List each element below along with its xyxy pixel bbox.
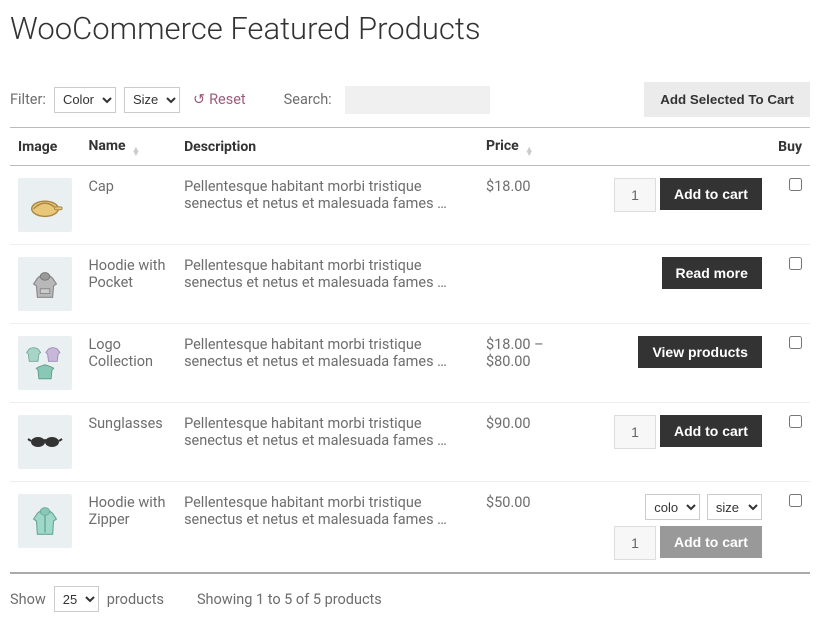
sort-icon: ▲▼	[132, 148, 141, 157]
product-price	[478, 245, 559, 324]
product-name: Sunglasses	[80, 403, 176, 482]
product-thumbnail[interactable]	[18, 257, 72, 311]
product-description: Pellentesque habitant morbi tristique se…	[176, 166, 478, 245]
product-actions: color size Add to cart	[559, 482, 770, 574]
quantity-input[interactable]	[614, 178, 656, 212]
read-button[interactable]: Read more	[662, 257, 762, 289]
product-thumbnail[interactable]	[18, 415, 72, 469]
product-actions: Add to cart	[559, 403, 770, 482]
sort-icon: ▲▼	[525, 148, 534, 157]
col-image: Image	[10, 128, 80, 166]
filter-color-select[interactable]: Color	[54, 87, 116, 113]
showing-text: Showing 1 to 5 of 5 products	[197, 591, 382, 608]
undo-icon: ↺	[193, 91, 205, 108]
pagesize-select[interactable]: 25	[54, 586, 99, 612]
col-description: Description	[176, 128, 478, 166]
variation-color-select[interactable]: color	[645, 494, 700, 520]
col-action	[559, 128, 770, 166]
product-thumbnail[interactable]	[18, 336, 72, 390]
add-disabled-button[interactable]: Add to cart	[660, 526, 762, 558]
buy-checkbox[interactable]	[789, 178, 802, 191]
search-label: Search:	[284, 91, 332, 108]
col-name[interactable]: Name ▲▼	[80, 128, 176, 166]
product-description: Pellentesque habitant morbi tristique se…	[176, 403, 478, 482]
product-description: Pellentesque habitant morbi tristique se…	[176, 245, 478, 324]
product-name: Hoodie with Zipper	[80, 482, 176, 574]
buy-checkbox[interactable]	[789, 257, 802, 270]
reset-button[interactable]: ↺ Reset	[193, 91, 246, 108]
reset-label: Reset	[209, 91, 246, 108]
product-price: $50.00	[478, 482, 559, 574]
product-actions: Read more	[559, 245, 770, 324]
product-description: Pellentesque habitant morbi tristique se…	[176, 482, 478, 574]
product-thumbnail[interactable]	[18, 178, 72, 232]
filter-size-select[interactable]: Size	[124, 87, 180, 113]
filter-label: Filter:	[10, 91, 46, 108]
product-name: Logo Collection	[80, 324, 176, 403]
product-price: $90.00	[478, 403, 559, 482]
product-name: Hoodie with Pocket	[80, 245, 176, 324]
col-price[interactable]: Price ▲▼	[478, 128, 559, 166]
table-footer: Show 25 products Showing 1 to 5 of 5 pro…	[10, 586, 810, 612]
product-price: $18.00 – $80.00	[478, 324, 559, 403]
product-actions: Add to cart	[559, 166, 770, 245]
table-row: Logo Collection Pellentesque habitant mo…	[10, 324, 810, 403]
table-row: Cap Pellentesque habitant morbi tristiqu…	[10, 166, 810, 245]
col-price-label: Price	[486, 138, 519, 154]
add-selected-button[interactable]: Add Selected To Cart	[644, 82, 810, 117]
product-thumbnail[interactable]	[18, 494, 72, 548]
variation-size-select[interactable]: size	[707, 494, 762, 520]
table-row: Sunglasses Pellentesque habitant morbi t…	[10, 403, 810, 482]
page-title: WooCommerce Featured Products	[10, 10, 810, 47]
toolbar: Filter: Color Size ↺ Reset Search: Add S…	[10, 82, 810, 117]
products-table: Image Name ▲▼ Description Price ▲▼ Buy Cap…	[10, 127, 810, 574]
search-input[interactable]	[345, 86, 490, 114]
products-label: products	[107, 591, 164, 608]
product-description: Pellentesque habitant morbi tristique se…	[176, 324, 478, 403]
add-button[interactable]: Add to cart	[660, 178, 762, 210]
buy-checkbox[interactable]	[789, 336, 802, 349]
show-label: Show	[10, 591, 46, 608]
col-name-label: Name	[88, 138, 125, 154]
quantity-input[interactable]	[614, 526, 656, 560]
product-actions: View products	[559, 324, 770, 403]
buy-checkbox[interactable]	[789, 494, 802, 507]
product-name: Cap	[80, 166, 176, 245]
table-row: Hoodie with Pocket Pellentesque habitant…	[10, 245, 810, 324]
col-buy: Buy	[770, 128, 810, 166]
view-button[interactable]: View products	[638, 336, 761, 368]
table-row: Hoodie with Zipper Pellentesque habitant…	[10, 482, 810, 574]
buy-checkbox[interactable]	[789, 415, 802, 428]
quantity-input[interactable]	[614, 415, 656, 449]
product-price: $18.00	[478, 166, 559, 245]
add-button[interactable]: Add to cart	[660, 415, 762, 447]
